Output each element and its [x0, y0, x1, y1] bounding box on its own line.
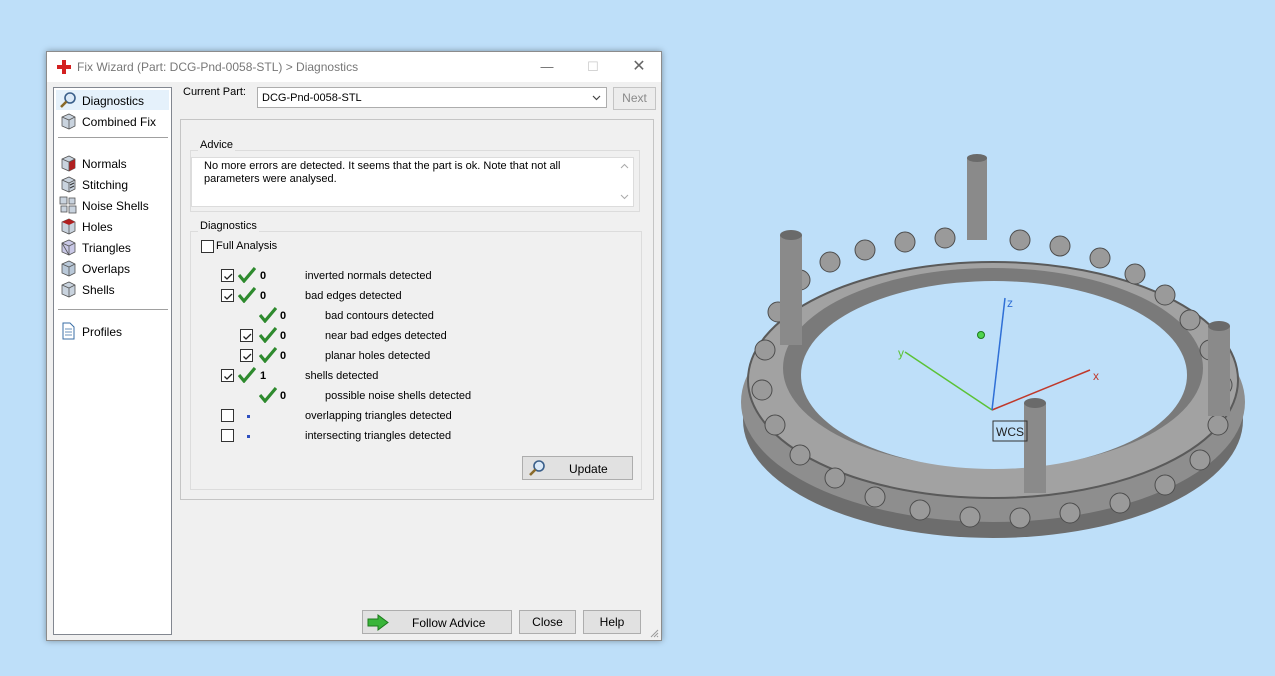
title-bar[interactable]: Fix Wizard (Part: DCG-Pnd-0058-STL) > Di… — [47, 52, 661, 82]
diag-row-checkbox[interactable] — [221, 429, 234, 442]
update-label: Update — [569, 462, 608, 476]
advice-text: No more errors are detected. It seems th… — [204, 160, 561, 185]
green-check-icon — [238, 287, 256, 303]
diag-count: 0 — [280, 310, 287, 322]
sidebar-item-combined-fix[interactable]: Combined Fix — [56, 111, 169, 131]
advice-textbox: No more errors are detected. It seems th… — [191, 157, 634, 207]
diag-count: 0 — [280, 330, 287, 342]
sidebar-separator — [58, 309, 168, 310]
help-button[interactable]: Help — [583, 610, 641, 634]
sidebar-item-profiles[interactable]: Profiles — [56, 321, 169, 341]
triangles-cube-icon — [61, 239, 76, 256]
green-check-icon — [259, 307, 277, 323]
sidebar-item-overlaps[interactable]: Overlaps — [56, 258, 169, 278]
overlaps-cube-icon — [61, 260, 76, 277]
green-check-icon — [259, 347, 277, 363]
sidebar-item-label: Stitching — [82, 178, 129, 192]
stitching-cube-icon — [61, 176, 76, 193]
advice-title: Advice — [198, 139, 236, 151]
pending-dot-icon — [247, 435, 250, 438]
diag-label: overlapping triangles detected — [305, 410, 452, 422]
sidebar-item-label: Overlaps — [82, 262, 131, 276]
close-button[interactable]: Close — [519, 610, 576, 634]
sidebar-item-triangles[interactable]: Triangles — [56, 237, 169, 257]
diag-row-checkbox[interactable] — [240, 349, 253, 362]
window-title: Fix Wizard (Part: DCG-Pnd-0058-STL) > Di… — [77, 60, 359, 74]
chevron-down-icon — [592, 95, 601, 101]
next-button[interactable]: Next — [613, 87, 656, 110]
diag-label: near bad edges detected — [325, 330, 447, 342]
3d-viewport[interactable]: x y z WCS — [700, 140, 1260, 580]
minimize-button[interactable]: — — [524, 52, 570, 82]
green-check-icon — [259, 327, 277, 343]
axis-x-label: x — [1093, 369, 1099, 383]
sidebar-item-label: Noise Shells — [82, 199, 149, 213]
follow-advice-button[interactable]: Follow Advice — [362, 610, 512, 634]
sidebar: Diagnostics Combined Fix Normals Stitchi… — [53, 87, 172, 635]
diag-count: 1 — [260, 370, 267, 382]
ring-model — [741, 227, 1245, 538]
sidebar-item-label: Holes — [82, 220, 113, 234]
sidebar-item-holes[interactable]: Holes — [56, 216, 169, 236]
sidebar-item-label: Shells — [82, 283, 115, 297]
magnifier-icon — [529, 460, 545, 476]
sidebar-item-diagnostics[interactable]: Diagnostics — [56, 90, 169, 110]
diag-row-checkbox[interactable] — [221, 369, 234, 382]
diag-label: shells detected — [305, 370, 379, 382]
diag-count: 0 — [260, 270, 267, 282]
sidebar-item-label: Diagnostics — [82, 94, 145, 108]
green-check-icon — [238, 267, 256, 283]
magnifier-icon — [60, 92, 76, 108]
diag-label: intersecting triangles detected — [305, 430, 452, 442]
diag-count: 0 — [280, 350, 287, 362]
pending-dot-icon — [247, 415, 250, 418]
sidebar-item-label: Combined Fix — [82, 115, 157, 129]
follow-advice-label: Follow Advice — [412, 616, 486, 630]
holes-cube-icon — [61, 218, 76, 235]
diag-label: bad edges detected — [305, 290, 402, 302]
update-button[interactable]: Update — [522, 456, 633, 480]
diag-row-checkbox[interactable] — [221, 409, 234, 422]
current-part-label: Current Part: — [183, 86, 246, 98]
green-check-icon — [259, 387, 277, 403]
diag-count: 0 — [280, 390, 287, 402]
wcs-label: WCS — [996, 425, 1024, 439]
full-analysis-label: Full Analysis — [216, 240, 278, 252]
diag-label: bad contours detected — [325, 310, 434, 322]
shells-cube-icon — [61, 281, 76, 298]
normals-cube-icon — [61, 155, 76, 172]
diag-row-checkbox[interactable] — [240, 329, 253, 342]
sidebar-item-shells[interactable]: Shells — [56, 279, 169, 299]
green-arrow-icon — [367, 614, 389, 631]
sidebar-separator — [58, 137, 168, 138]
sidebar-item-normals[interactable]: Normals — [56, 153, 169, 173]
axis-y-label: y — [898, 346, 904, 360]
diag-row-checkbox[interactable] — [221, 269, 234, 282]
fix-wizard-window: Fix Wizard (Part: DCG-Pnd-0058-STL) > Di… — [46, 51, 662, 641]
diag-label: planar holes detected — [325, 350, 431, 362]
current-part-select[interactable]: DCG-Pnd-0058-STL — [257, 87, 607, 108]
resize-grip-icon[interactable] — [649, 628, 659, 638]
document-icon — [62, 322, 75, 340]
cube-icon — [61, 113, 76, 130]
sidebar-item-label: Triangles — [82, 241, 131, 255]
red-cross-icon — [57, 60, 71, 74]
green-check-icon — [238, 367, 256, 383]
maximize-button[interactable]: ☐ — [570, 52, 616, 82]
current-part-value: DCG-Pnd-0058-STL — [262, 92, 362, 104]
diag-row-checkbox[interactable] — [221, 289, 234, 302]
sidebar-item-noise-shells[interactable]: Noise Shells — [56, 195, 169, 215]
close-window-button[interactable]: ✕ — [616, 52, 662, 82]
full-analysis-checkbox[interactable] — [201, 240, 214, 253]
sidebar-item-stitching[interactable]: Stitching — [56, 174, 169, 194]
sidebar-item-label: Profiles — [82, 325, 123, 339]
diagnostics-title: Diagnostics — [198, 220, 259, 232]
sidebar-item-label: Normals — [82, 157, 127, 171]
diag-label: inverted normals detected — [305, 270, 432, 282]
noise-shells-icon — [59, 196, 77, 214]
advice-scrollbar[interactable] — [616, 158, 633, 206]
axis-z-label: z — [1007, 296, 1013, 310]
diag-label: possible noise shells detected — [325, 390, 472, 402]
diag-count: 0 — [260, 290, 267, 302]
